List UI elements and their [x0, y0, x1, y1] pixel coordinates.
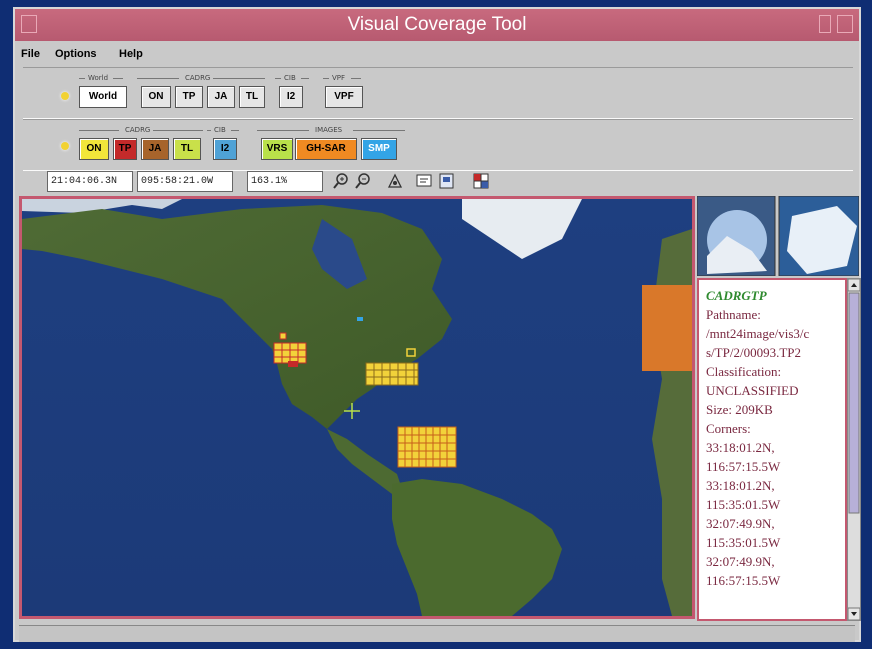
info-line: Corners: [706, 421, 751, 436]
cadrg-tl-button[interactable]: TL [173, 138, 201, 160]
info-line: 32:07:49.9N, [706, 516, 775, 531]
layer-indicator-icon [61, 142, 69, 150]
info-title: CADRGTP [706, 288, 767, 303]
zoom-in-icon[interactable] [331, 171, 351, 191]
menu-bar: File Options Help [15, 43, 859, 65]
images-gh-sar-button[interactable]: GH-SAR [295, 138, 357, 160]
cib-i2-button[interactable]: I2 [213, 138, 237, 160]
coverage-smp[interactable] [357, 317, 363, 321]
zoom-field[interactable]: 163.1% [247, 171, 323, 192]
cadrg-on-button[interactable]: ON [79, 138, 109, 160]
cadrg-on-button[interactable]: ON [141, 86, 171, 108]
maximize-button[interactable] [837, 15, 853, 33]
status-bar [19, 625, 855, 642]
app-window: Visual Coverage Tool File Options Help W… [13, 7, 861, 642]
grid-icon[interactable] [471, 171, 491, 191]
thumbnail-panel [696, 195, 860, 277]
images-vrs-button[interactable]: VRS [261, 138, 293, 160]
world-button[interactable]: World [79, 86, 127, 108]
info-line: 32:07:49.9N, [706, 554, 775, 569]
minimize-button[interactable] [819, 15, 831, 33]
info-icon[interactable] [415, 171, 435, 191]
layer-indicator-icon [61, 92, 69, 100]
info-line: 115:35:01.5W [706, 535, 781, 550]
info-line: 116:57:15.5W [706, 459, 781, 474]
image-info-panel: CADRGTP Pathname: /mnt24image/vis3/c s/T… [697, 278, 847, 621]
images-smp-button[interactable]: SMP [361, 138, 397, 160]
longitude-field[interactable]: 095:58:21.0W [137, 171, 233, 192]
menu-options[interactable]: Options [55, 48, 97, 60]
cadrg-tp-button[interactable]: TP [175, 86, 203, 108]
cadrg-tl-button[interactable]: TL [239, 86, 265, 108]
info-line: Classification: [706, 364, 782, 379]
info-line: Size: 209KB [706, 402, 773, 417]
menu-help[interactable]: Help [119, 48, 143, 60]
info-line: /mnt24image/vis3/c [706, 326, 810, 341]
clipboard-icon[interactable] [437, 171, 457, 191]
info-line: s/TP/2/00093.TP2 [706, 345, 801, 360]
cadrg-tp-button[interactable]: TP [113, 138, 137, 160]
base-layers-panel: World CADRG CIB VPF World ON TP JA TL I2… [23, 67, 853, 119]
title-bar: Visual Coverage Tool [15, 9, 859, 41]
navigation-toolbar: 21:04:06.3N 095:58:21.0W 163.1% [47, 171, 547, 193]
latitude-field[interactable]: 21:04:06.3N [47, 171, 133, 192]
cadrg-ja-button[interactable]: JA [207, 86, 235, 108]
coverage-gh-sar[interactable] [642, 285, 692, 371]
info-line: UNCLASSIFIED [706, 383, 799, 398]
coverage-colombia[interactable] [397, 426, 457, 468]
cadrg-ja-button[interactable]: JA [141, 138, 169, 160]
cib-i2-button[interactable]: I2 [279, 86, 303, 108]
info-line: 115:35:01.5W [706, 497, 781, 512]
overlay-layers-panel: CADRG CIB IMAGES ON TP JA TL I2 VRS GH-S… [23, 119, 853, 171]
menu-file[interactable]: File [21, 48, 40, 60]
info-line: 116:57:15.5W [706, 573, 781, 588]
info-line: 33:18:01.2N, [706, 440, 775, 455]
world-map[interactable] [19, 196, 695, 619]
vpf-button[interactable]: VPF [325, 86, 363, 108]
pan-icon[interactable] [385, 171, 405, 191]
info-scrollbar[interactable] [847, 278, 861, 621]
info-line: Pathname: [706, 307, 761, 322]
zoom-out-icon[interactable] [353, 171, 373, 191]
info-line: 33:18:01.2N, [706, 478, 775, 493]
window-title: Visual Coverage Tool [347, 14, 527, 35]
